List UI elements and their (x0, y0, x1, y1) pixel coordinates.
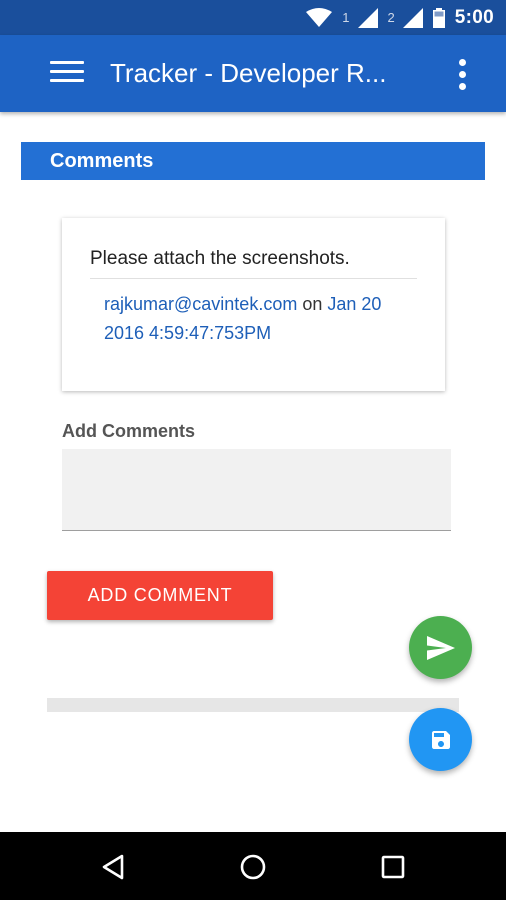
app-bar: Tracker - Developer R... (0, 35, 506, 112)
overflow-menu-icon[interactable] (455, 59, 469, 97)
send-fab[interactable] (409, 616, 472, 679)
status-time: 5:00 (454, 6, 494, 28)
add-comment-input[interactable] (62, 449, 451, 531)
add-comments-label: Add Comments (62, 421, 196, 441)
send-icon (426, 635, 455, 660)
comment-on-word: on (302, 294, 323, 314)
hamburger-menu-icon[interactable] (50, 61, 84, 87)
comment-text: Please attach the screenshots. (90, 246, 417, 279)
recents-icon (381, 855, 405, 879)
signal-2-icon (402, 7, 423, 28)
sim2-label: 2 (387, 10, 395, 25)
app-title: Tracker - Developer R... (110, 58, 387, 88)
status-icons: 1 2 5:00 (306, 0, 494, 35)
back-icon (102, 854, 124, 880)
sim1-label: 1 (342, 10, 350, 25)
comment-meta: rajkumar@cavintek.com on Jan 20 2016 4:5… (104, 290, 404, 348)
wifi-icon (306, 7, 333, 27)
home-button[interactable] (236, 850, 270, 884)
save-fab[interactable] (409, 708, 472, 771)
system-nav-bar (0, 832, 506, 900)
back-button[interactable] (96, 850, 130, 884)
comment-author-link[interactable]: rajkumar@cavintek.com (104, 294, 297, 314)
status-bar: 1 2 5:00 (0, 0, 506, 35)
signal-1-icon (357, 7, 378, 28)
home-icon (240, 854, 266, 880)
save-icon (431, 730, 450, 749)
battery-icon (432, 7, 445, 28)
content-divider (47, 698, 459, 712)
add-comment-button[interactable]: ADD COMMENT (47, 571, 273, 620)
comment-card: Please attach the screenshots. rajkumar@… (62, 218, 445, 391)
comments-section-header: Comments (21, 142, 485, 180)
recents-button[interactable] (376, 850, 410, 884)
